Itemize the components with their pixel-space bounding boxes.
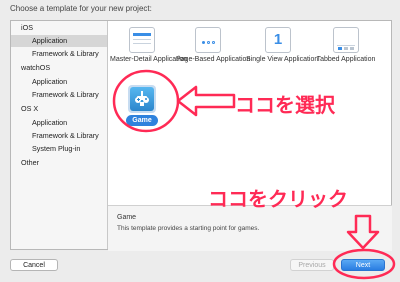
template-tabbed[interactable]: Tabbed Application bbox=[314, 27, 378, 64]
sidebar-item-osx-system-plugin[interactable]: System Plug-in bbox=[11, 143, 107, 155]
template-label: Single View Application bbox=[246, 56, 319, 63]
template-chooser-panel: iOS Application Framework & Library watc… bbox=[10, 20, 392, 251]
select-annotation-arrow bbox=[176, 85, 236, 117]
description-text: This template provides a starting point … bbox=[117, 225, 260, 232]
sidebar-category-osx: OS X bbox=[21, 104, 39, 113]
template-label: Page-Based Application bbox=[176, 56, 251, 63]
previous-button[interactable]: Previous bbox=[290, 259, 334, 271]
sidebar-item-watchos-application[interactable]: Application bbox=[11, 76, 107, 88]
master-detail-icon bbox=[129, 27, 155, 53]
single-view-glyph: 1 bbox=[273, 31, 283, 48]
annotation-select-here: ココを選択 bbox=[235, 93, 335, 117]
sidebar-item-watchos-framework-library[interactable]: Framework & Library bbox=[11, 89, 107, 101]
template-label: Tabbed Application bbox=[316, 56, 376, 63]
sidebar-item-ios-framework-library[interactable]: Framework & Library bbox=[11, 48, 107, 60]
template-master-detail[interactable]: Master-Detail Application bbox=[110, 27, 188, 64]
template-page-based[interactable]: Page-Based Application bbox=[176, 27, 251, 64]
single-view-icon: 1 bbox=[265, 27, 291, 53]
click-annotation-arrow bbox=[346, 214, 380, 250]
tabbed-icon bbox=[333, 27, 359, 53]
selection-circle-annotation bbox=[112, 69, 180, 133]
template-single-view[interactable]: 1 Single View Application bbox=[246, 27, 319, 64]
cancel-button[interactable]: Cancel bbox=[10, 259, 58, 271]
sidebar-category-watchos: watchOS bbox=[21, 63, 51, 72]
template-label: Master-Detail Application bbox=[110, 56, 188, 63]
sidebar-category-ios: iOS bbox=[21, 23, 33, 32]
sidebar-item-ios-application[interactable]: Application bbox=[11, 35, 107, 47]
sidebar-item-osx-application[interactable]: Application bbox=[11, 117, 107, 129]
platform-sidebar: iOS Application Framework & Library watc… bbox=[11, 21, 108, 249]
dialog-title: Choose a template for your new project: bbox=[10, 4, 152, 13]
sidebar-item-osx-framework-library[interactable]: Framework & Library bbox=[11, 130, 107, 142]
page-based-icon bbox=[195, 27, 221, 53]
next-button-circle-annotation bbox=[332, 248, 396, 280]
sidebar-item-other[interactable]: Other bbox=[11, 157, 107, 169]
annotation-click-here: ココをクリック bbox=[208, 187, 348, 211]
description-title: Game bbox=[117, 214, 137, 221]
